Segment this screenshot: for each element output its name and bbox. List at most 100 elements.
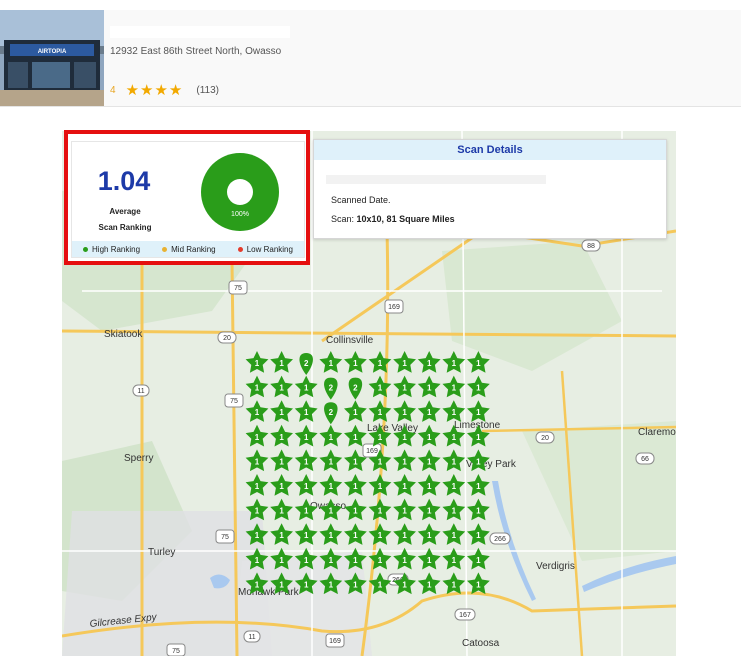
business-sign-text: AIRTOPIA <box>38 49 67 55</box>
pin-rank-label: 1 <box>452 433 457 442</box>
pin-rank-label: 1 <box>329 507 334 516</box>
pin-rank-label: 1 <box>427 408 432 417</box>
svg-text:75: 75 <box>230 398 238 405</box>
pin-rank-label: 1 <box>279 433 284 442</box>
business-card[interactable]: AIRTOPIA 12932 East 86th Street North, O… <box>0 10 741 107</box>
rating-stars: ★ ★ ★ ★ <box>126 83 183 98</box>
pin-rank-label: 1 <box>402 457 407 466</box>
pin-rank-label: 1 <box>304 408 309 417</box>
pin-rank-label: 1 <box>279 531 284 540</box>
pin-rank-label: 1 <box>255 580 260 589</box>
pin-rank-label: 1 <box>304 433 309 442</box>
pin-rank-label: 1 <box>427 384 432 393</box>
pin-rank-label: 1 <box>329 580 334 589</box>
pin-rank-label: 1 <box>378 507 383 516</box>
pin-rank-label: 1 <box>402 531 407 540</box>
scan-details-panel: Scan Details Scanned Date. Scan: 10x10, … <box>313 139 667 239</box>
pin-rank-label: 1 <box>476 433 481 442</box>
pin-rank-label: 1 <box>476 457 481 466</box>
pin-rank-label: 1 <box>427 433 432 442</box>
svg-text:20: 20 <box>223 335 231 342</box>
svg-text:167: 167 <box>459 612 471 619</box>
pin-rank-label: 1 <box>402 384 407 393</box>
place-label-claremore: Claremore <box>638 427 676 438</box>
rating-value: 4 <box>110 84 116 96</box>
pin-rank-label: 1 <box>329 457 334 466</box>
pin-rank-label: 1 <box>279 482 284 491</box>
place-label-collinsville: Collinsville <box>326 335 374 346</box>
pin-rank-label: 1 <box>402 433 407 442</box>
pin-rank-label: 1 <box>427 531 432 540</box>
pin-rank-label: 1 <box>353 507 358 516</box>
route-shield: 20 <box>217 331 237 344</box>
svg-text:266: 266 <box>494 536 506 543</box>
scanned-date: Scanned Date. <box>331 195 391 205</box>
pin-rank-label: 1 <box>255 408 260 417</box>
pin-rank-label: 1 <box>304 482 309 491</box>
pin-rank-label: 1 <box>452 580 457 589</box>
route-shield: 11 <box>132 384 150 397</box>
svg-text:66: 66 <box>641 456 649 463</box>
pin-rank-label: 1 <box>255 359 260 368</box>
pin-rank-label: 1 <box>329 556 334 565</box>
pin-rank-label: 1 <box>402 580 407 589</box>
route-shield: 11 <box>243 630 261 643</box>
pin-rank-label: 1 <box>402 408 407 417</box>
pin-rank-label: 1 <box>402 507 407 516</box>
ranking-legend: High Ranking Mid Ranking Low Ranking <box>72 241 304 257</box>
pin-rank-label: 1 <box>476 556 481 565</box>
pin-rank-label: 1 <box>304 384 309 393</box>
pin-rank-label: 1 <box>427 457 432 466</box>
place-label-mohawk-park: Mohawk Park <box>238 587 300 598</box>
pin-rank-label: 1 <box>279 359 284 368</box>
svg-text:11: 11 <box>137 388 144 395</box>
pin-rank-label: 1 <box>255 482 260 491</box>
pin-rank-label: 1 <box>452 408 457 417</box>
place-label-sperry: Sperry <box>124 453 153 464</box>
pin-rank-label: 1 <box>353 433 358 442</box>
legend-dot-icon <box>162 246 168 252</box>
pin-rank-label: 1 <box>452 531 457 540</box>
svg-text:169: 169 <box>329 638 341 645</box>
average-ranking-panel: 1.04 Average Scan Ranking 100% High Rank… <box>64 130 310 265</box>
pin-rank-label: 1 <box>255 507 260 516</box>
pin-rank-label: 1 <box>255 531 260 540</box>
pin-rank-label: 1 <box>378 556 383 565</box>
route-shield: 169 <box>325 633 345 648</box>
pin-rank-label: 1 <box>476 359 481 368</box>
pin-rank-label: 1 <box>452 384 457 393</box>
pin-rank-label: 1 <box>255 433 260 442</box>
scan-size: Scan: 10x10, 81 Square Miles <box>331 214 455 224</box>
pin-rank-label: 1 <box>427 507 432 516</box>
route-shield: 167 <box>454 608 476 621</box>
svg-text:20: 20 <box>541 435 549 442</box>
pin-rank-label: 1 <box>378 580 383 589</box>
route-shield: 66 <box>635 452 655 465</box>
pin-rank-label: 1 <box>255 457 260 466</box>
star-icon: ★ <box>168 81 183 99</box>
pin-rank-label: 1 <box>353 531 358 540</box>
pin-rank-label: 1 <box>279 408 284 417</box>
pin-rank-label: 1 <box>279 556 284 565</box>
pin-rank-label: 1 <box>378 457 383 466</box>
svg-text:169: 169 <box>388 304 400 311</box>
pin-rank-label: 1 <box>402 482 407 491</box>
donut-percent: 100% <box>231 211 249 218</box>
route-shield: 75 <box>215 529 235 544</box>
business-photo: AIRTOPIA <box>0 10 104 106</box>
pin-rank-label: 1 <box>255 384 260 393</box>
review-count: (113) <box>196 84 219 96</box>
pin-rank-label: 1 <box>452 507 457 516</box>
legend-dot-icon <box>237 246 243 252</box>
pin-rank-label: 1 <box>304 580 309 589</box>
route-shield: 75 <box>224 393 244 408</box>
pin-rank-label: 1 <box>353 359 358 368</box>
pin-rank-label: 1 <box>304 507 309 516</box>
pin-rank-label: 1 <box>279 580 284 589</box>
pin-rank-label: 1 <box>427 359 432 368</box>
pin-rank-label: 1 <box>402 556 407 565</box>
route-shield: 20 <box>535 431 555 444</box>
pin-rank-label: 1 <box>353 580 358 589</box>
pin-rank-label: 1 <box>427 482 432 491</box>
pin-rank-label: 1 <box>402 359 407 368</box>
